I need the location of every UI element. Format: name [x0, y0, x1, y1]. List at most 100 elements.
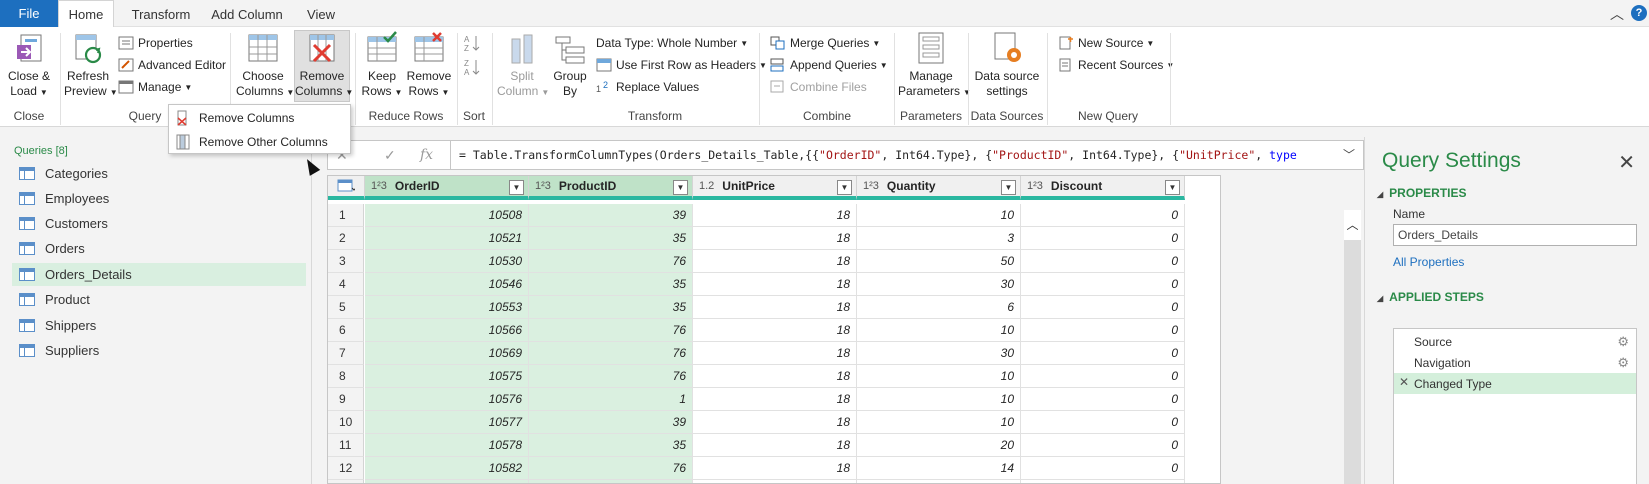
table-cell[interactable]: 30 — [857, 342, 1021, 365]
table-cell[interactable]: 18 — [693, 227, 857, 250]
table-cell[interactable]: 0 — [1021, 480, 1185, 483]
column-header-discount[interactable]: 1²3 Discount ▼ — [1021, 176, 1185, 200]
row-number[interactable]: 3 — [328, 250, 364, 273]
table-cell[interactable]: 18 — [693, 204, 857, 227]
gear-icon[interactable]: ⚙ — [1617, 334, 1629, 350]
row-number[interactable]: 10 — [328, 411, 364, 434]
query-item-selected[interactable]: Orders_Details — [12, 263, 306, 286]
manage-button[interactable]: Manage ▼ — [118, 77, 192, 97]
table-cell[interactable]: 10575 — [365, 365, 529, 388]
combine-files-button[interactable]: Combine Files — [770, 77, 867, 97]
applied-steps-section-header[interactable]: APPLIED STEPS — [1377, 290, 1484, 304]
table-cell[interactable]: 39 — [529, 411, 693, 434]
column-header-unitprice[interactable]: 1.2 UnitPrice ▼ — [693, 176, 857, 200]
split-column-button[interactable]: Split Column ▼ — [497, 31, 549, 100]
table-cell[interactable]: 35 — [529, 480, 693, 483]
table-cell[interactable]: 35 — [529, 296, 693, 319]
tab-transform[interactable]: Transform — [122, 0, 200, 28]
properties-section-header[interactable]: PROPERTIES — [1377, 186, 1466, 200]
dropdown-remove-other-columns[interactable]: Remove Other Columns — [169, 130, 350, 154]
table-cell[interactable]: 10577 — [365, 411, 529, 434]
applied-step[interactable]: Source ⚙ — [1394, 331, 1636, 352]
dropdown-remove-columns[interactable]: Remove Columns — [169, 106, 350, 130]
table-cell[interactable]: 18 — [693, 342, 857, 365]
table-cell[interactable]: 10530 — [365, 250, 529, 273]
table-cell[interactable]: 0 — [1021, 296, 1185, 319]
table-cell[interactable]: 0 — [1021, 457, 1185, 480]
file-tab[interactable]: File — [0, 0, 58, 27]
table-cell[interactable]: 76 — [529, 342, 693, 365]
all-properties-link[interactable]: All Properties — [1393, 255, 1464, 269]
table-cell[interactable]: 18 — [693, 480, 857, 483]
query-item[interactable]: Employees — [12, 187, 306, 210]
help-icon[interactable]: ? — [1631, 5, 1647, 21]
applied-step[interactable]: Navigation ⚙ — [1394, 352, 1636, 373]
table-cell[interactable]: 14 — [857, 457, 1021, 480]
query-item[interactable]: Suppliers — [12, 339, 306, 362]
close-load-button[interactable]: Close & Load ▼ — [4, 31, 54, 100]
row-number[interactable]: 12 — [328, 457, 364, 480]
decimal-type-icon[interactable]: 1.2 — [699, 180, 714, 192]
table-cell[interactable]: 3 — [857, 227, 1021, 250]
table-cell[interactable]: 0 — [1021, 388, 1185, 411]
table-cell[interactable]: 10553 — [365, 296, 529, 319]
table-cell[interactable]: 10 — [857, 388, 1021, 411]
manage-parameters-button[interactable]: Manage Parameters ▼ — [898, 31, 971, 100]
table-cell[interactable]: 35 — [529, 227, 693, 250]
query-item[interactable]: Customers — [12, 212, 306, 235]
new-source-button[interactable]: New Source ▼ — [1058, 33, 1154, 53]
tab-home[interactable]: Home — [58, 0, 114, 28]
keep-rows-button[interactable]: Keep Rows ▼ — [360, 31, 404, 100]
table-cell[interactable]: 35 — [529, 434, 693, 457]
row-number[interactable]: 7 — [328, 342, 364, 365]
row-number[interactable]: 5 — [328, 296, 364, 319]
choose-columns-button[interactable]: Choose Columns ▼ — [236, 31, 294, 100]
table-cell[interactable]: 1 — [529, 388, 693, 411]
recent-sources-button[interactable]: Recent Sources▼ — [1058, 55, 1174, 75]
tab-add-column[interactable]: Add Column — [205, 0, 289, 28]
table-cell[interactable]: 0 — [1021, 319, 1185, 342]
table-cell[interactable]: 10 — [857, 319, 1021, 342]
table-cell[interactable]: 0 — [1021, 273, 1185, 296]
table-cell[interactable]: 76 — [529, 250, 693, 273]
query-item[interactable]: Categories — [12, 162, 306, 185]
table-cell[interactable]: 0 — [1021, 411, 1185, 434]
remove-rows-button[interactable]: Remove Rows ▼ — [406, 31, 452, 100]
row-number[interactable]: 2 — [328, 227, 364, 250]
merge-queries-button[interactable]: Merge Queries ▼ — [770, 33, 880, 53]
fx-icon[interactable]: fx — [420, 147, 433, 163]
table-cell[interactable]: 0 — [1021, 365, 1185, 388]
gear-icon[interactable]: ⚙ — [1617, 355, 1629, 371]
row-number[interactable]: 13 — [328, 480, 364, 483]
vertical-scrollbar[interactable] — [1344, 210, 1361, 484]
applied-step-selected[interactable]: ✕ Changed Type — [1394, 373, 1636, 394]
table-cell[interactable]: 76 — [529, 365, 693, 388]
whole-number-type-icon[interactable]: 1²3 — [1027, 180, 1043, 192]
column-header-productid[interactable]: 1²3 ProductID ▼ — [529, 176, 693, 200]
table-cell[interactable]: 6 — [857, 296, 1021, 319]
table-cell[interactable]: 10508 — [365, 204, 529, 227]
use-first-row-button[interactable]: Use First Row as Headers ▼ — [596, 55, 767, 75]
table-cell[interactable]: 18 — [693, 250, 857, 273]
table-cell[interactable]: 10576 — [365, 388, 529, 411]
table-menu-icon[interactable] — [328, 176, 365, 200]
table-cell[interactable]: 10569 — [365, 342, 529, 365]
table-cell[interactable]: 10521 — [365, 227, 529, 250]
table-cell[interactable]: 10 — [857, 365, 1021, 388]
column-header-quantity[interactable]: 1²3 Quantity ▼ — [857, 176, 1021, 200]
table-cell[interactable]: 10 — [857, 204, 1021, 227]
commit-formula-icon[interactable]: ✓ — [384, 147, 396, 164]
table-cell[interactable]: 10 — [857, 411, 1021, 434]
append-queries-button[interactable]: Append Queries ▼ — [770, 55, 888, 75]
sort-descending-button[interactable]: ZA — [464, 57, 484, 77]
advanced-editor-button[interactable]: Advanced Editor — [118, 55, 226, 75]
table-cell[interactable]: 18 — [693, 273, 857, 296]
replace-values-button[interactable]: 12 Replace Values — [596, 77, 699, 97]
row-number[interactable]: 8 — [328, 365, 364, 388]
filter-dropdown-icon[interactable]: ▼ — [509, 180, 524, 195]
table-cell[interactable]: 30 — [857, 273, 1021, 296]
filter-dropdown-icon[interactable]: ▼ — [673, 180, 688, 195]
row-number[interactable]: 4 — [328, 273, 364, 296]
table-cell[interactable]: 18 — [693, 434, 857, 457]
expand-formula-icon[interactable]: ﹀ — [1343, 146, 1355, 163]
